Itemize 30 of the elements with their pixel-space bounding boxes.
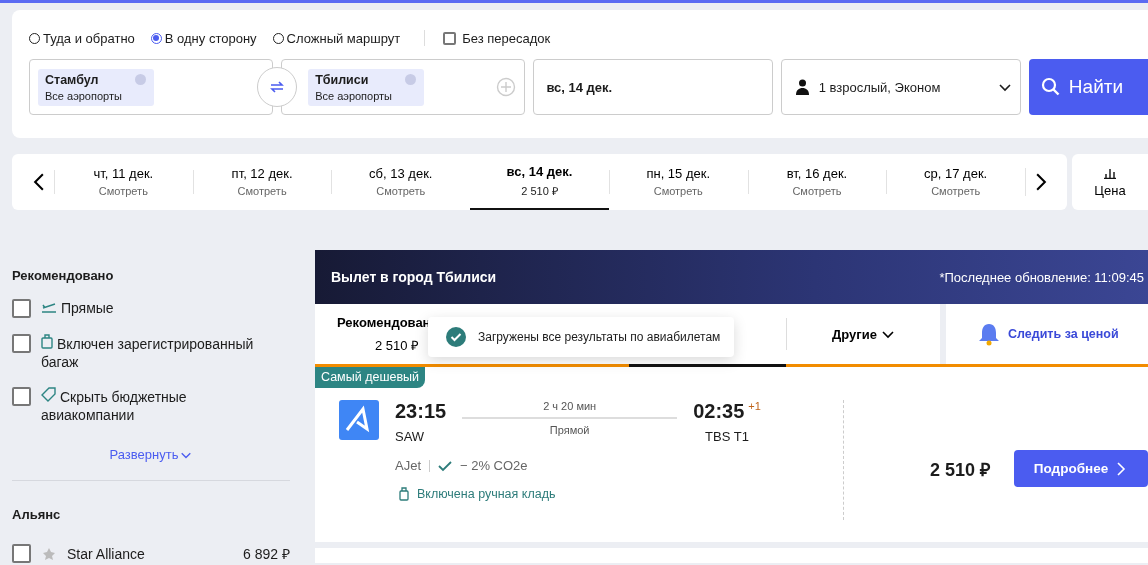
departure-airport: SAW xyxy=(395,429,425,444)
city-name: Тбилиси xyxy=(315,72,370,87)
section-title: Рекомендовано xyxy=(12,268,115,283)
stops-label: Прямой xyxy=(549,424,590,436)
filter-label: Star Alliance xyxy=(67,544,145,563)
airline-name: AJet xyxy=(395,458,421,473)
airports-label: Все аэропорты xyxy=(45,89,122,102)
baggage-label: Включена ручная кладь xyxy=(417,487,556,501)
arrival-airport: TBS T1 xyxy=(705,429,749,444)
trip-type-label: Туда и обратно xyxy=(43,30,135,46)
ticket-price: 2 510 ₽ xyxy=(929,458,990,481)
cheapest-badge: Самый дешевый xyxy=(315,366,425,388)
city-name: Стамбул xyxy=(45,72,100,87)
results-title: Вылет в город Тбилиси xyxy=(331,269,497,285)
update-time: *Последнее обновление: 11:09:45 xyxy=(939,269,1144,285)
filter-label: Скрыть бюджетные авиакомпании xyxy=(41,387,188,424)
day-shift: +1 xyxy=(748,400,761,412)
filter-price: 6 892 ₽ xyxy=(243,544,290,563)
airports-label: Все аэропорты xyxy=(315,89,392,102)
flight-duration: 2 ч 20 мин xyxy=(543,400,597,412)
departure-time: 23:15 xyxy=(395,400,447,423)
trip-type-label: Сложный маршрут xyxy=(286,30,401,46)
filter-label: Включен зарегистрированный багаж xyxy=(41,334,255,371)
section-title: Альянс xyxy=(12,507,62,522)
trip-type-label: В одну сторону xyxy=(164,30,257,46)
co2-label: − 2% CO2e xyxy=(460,458,528,473)
arrival-time: 02:35 xyxy=(693,400,745,423)
toast-message: Загружены все результаты по авиабилетам xyxy=(478,330,721,344)
nonstop-label: Без пересадок xyxy=(462,30,551,46)
filter-label: Прямые xyxy=(41,299,114,317)
